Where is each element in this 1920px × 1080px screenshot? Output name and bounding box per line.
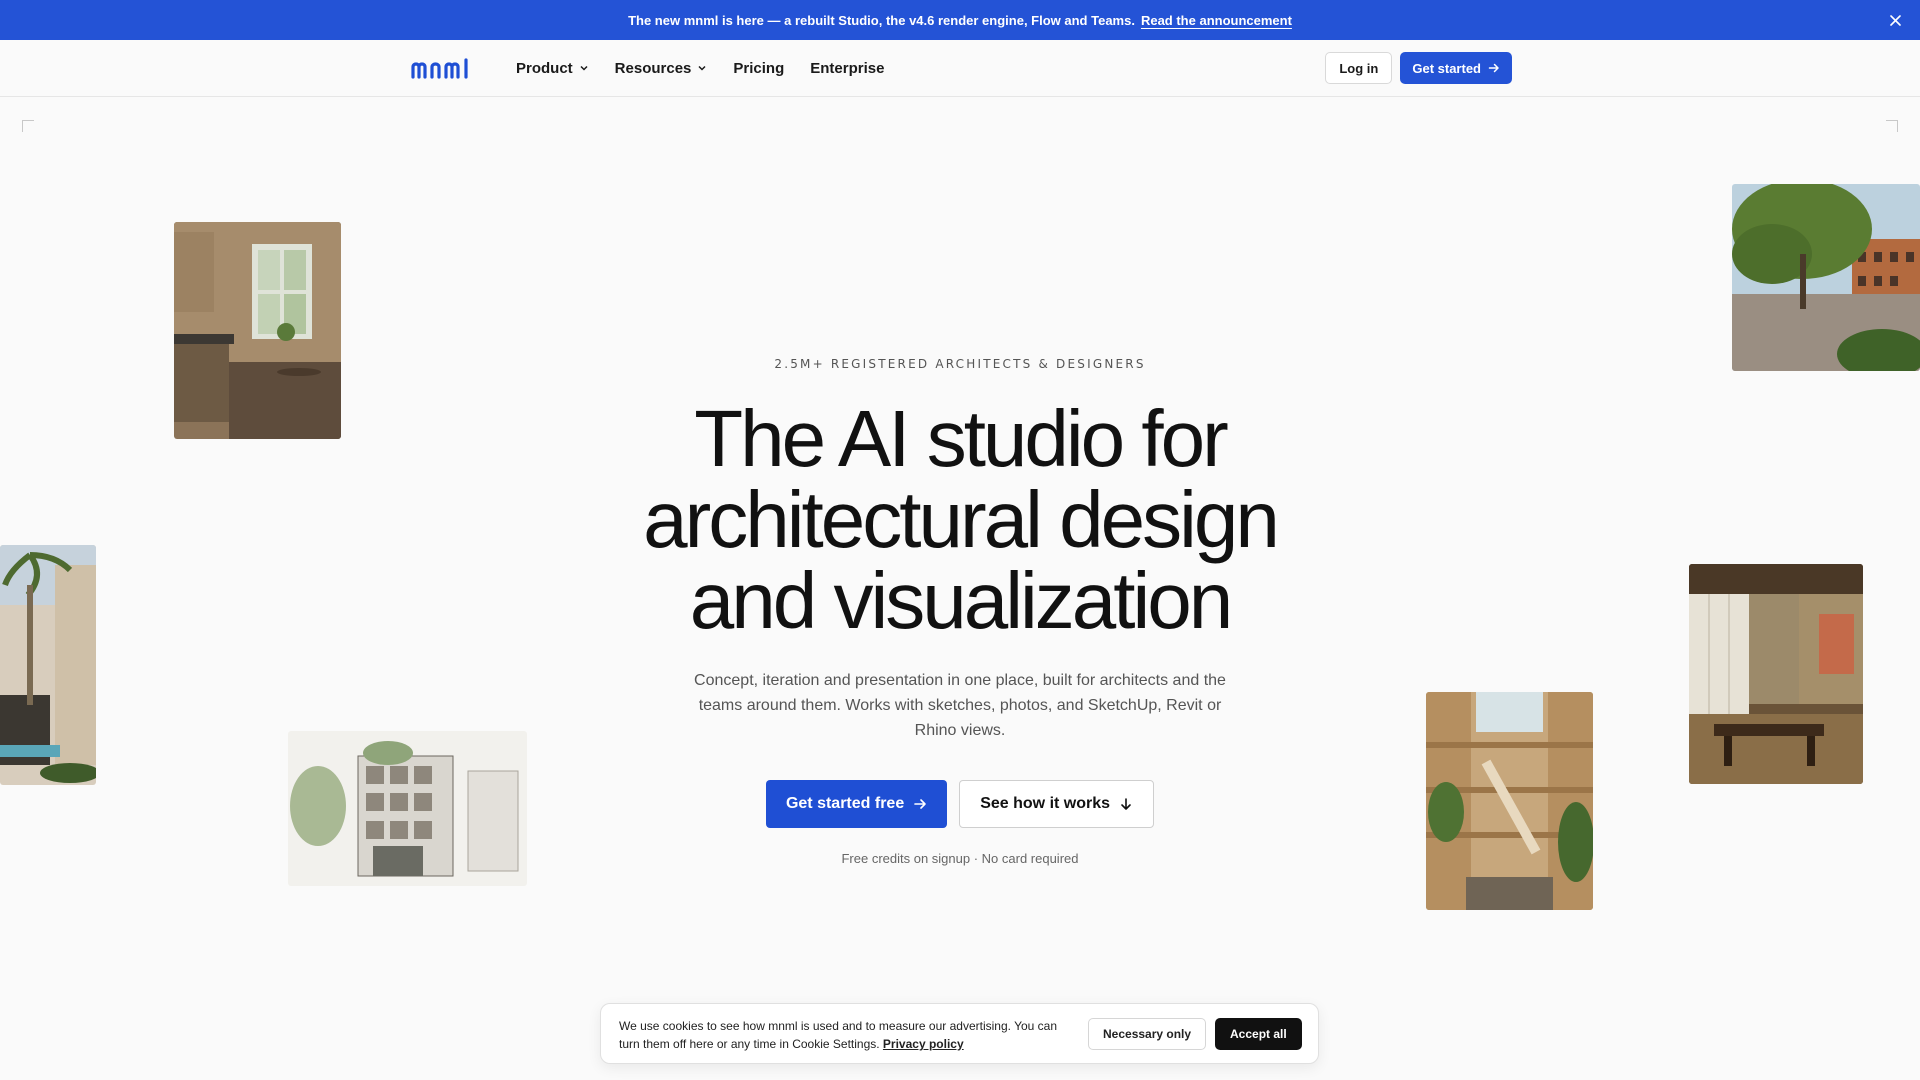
hero-headline: The AI studio for architectural design a…: [460, 398, 1460, 641]
get-started-label: Get started: [1412, 60, 1481, 76]
headline-line: and visualization: [689, 556, 1233, 645]
login-button[interactable]: Log in: [1325, 52, 1393, 84]
kitchen-interior-image: [174, 222, 341, 439]
privacy-policy-link[interactable]: Privacy policy: [883, 1037, 964, 1051]
cookie-message: We use cookies to see how mnml is used a…: [619, 1017, 1079, 1053]
chevron-down-icon: [698, 65, 706, 71]
nav-item-label: Resources: [614, 59, 692, 77]
hero-subtext: Concept, iteration and presentation in o…: [694, 672, 1226, 739]
cookie-text: We use cookies to see how mnml is used a…: [619, 1019, 1058, 1051]
close-icon[interactable]: [1886, 11, 1904, 29]
top-nav: Product Resources Pricing Enterprise Log…: [0, 40, 1920, 97]
nav-item-enterprise[interactable]: Enterprise: [810, 60, 884, 77]
palm-building-image: [0, 545, 96, 785]
courtyard-building-image: [1732, 184, 1920, 371]
corner-mark: [1886, 120, 1898, 132]
announcement-bar: The new mnml is here — a rebuilt Studio,…: [0, 0, 1920, 40]
get-started-free-button[interactable]: Get started free: [765, 780, 948, 828]
signup-note: Free credits on signup · No card require…: [841, 851, 1079, 866]
mnml-logo[interactable]: [411, 58, 485, 80]
headline-line: architectural design: [643, 475, 1280, 564]
get-started-button[interactable]: Get started: [1400, 52, 1512, 84]
hero-cta-row: Get started free See how it works: [0, 780, 1920, 828]
necessary-only-button[interactable]: Necessary only: [1088, 1018, 1207, 1050]
cta-primary-label: Get started free: [785, 795, 905, 812]
japanese-room-image: [1689, 564, 1863, 784]
nav-actions: Log in Get started: [1325, 52, 1512, 84]
corner-mark: [22, 120, 34, 132]
nav-item-label: Product: [516, 59, 573, 77]
nav-item-product[interactable]: Product: [516, 60, 589, 77]
headline-line: The AI studio for: [694, 394, 1229, 483]
nav-item-resources[interactable]: Resources: [615, 60, 708, 77]
nav-item-label: Pricing: [733, 59, 785, 77]
arrow-right-icon: [1488, 63, 1499, 73]
nav-item-label: Enterprise: [810, 59, 885, 77]
nav-links: Product Resources Pricing Enterprise: [516, 40, 910, 96]
see-how-it-works-button[interactable]: See how it works: [959, 780, 1155, 828]
accept-all-button[interactable]: Accept all: [1215, 1018, 1302, 1050]
arrow-down-icon: [1121, 798, 1131, 810]
hero-eyebrow: 2.5M+ REGISTERED ARCHITECTS & DESIGNERS: [774, 357, 1146, 371]
announcement-text: The new mnml is here — a rebuilt Studio,…: [628, 12, 1135, 28]
cookie-banner: We use cookies to see how mnml is used a…: [600, 1003, 1319, 1064]
arrow-right-icon: [914, 799, 927, 809]
cta-secondary-label: See how it works: [980, 795, 1111, 812]
chevron-down-icon: [580, 65, 588, 71]
nav-item-pricing[interactable]: Pricing: [733, 60, 784, 77]
announcement-link[interactable]: Read the announcement: [1141, 13, 1292, 28]
